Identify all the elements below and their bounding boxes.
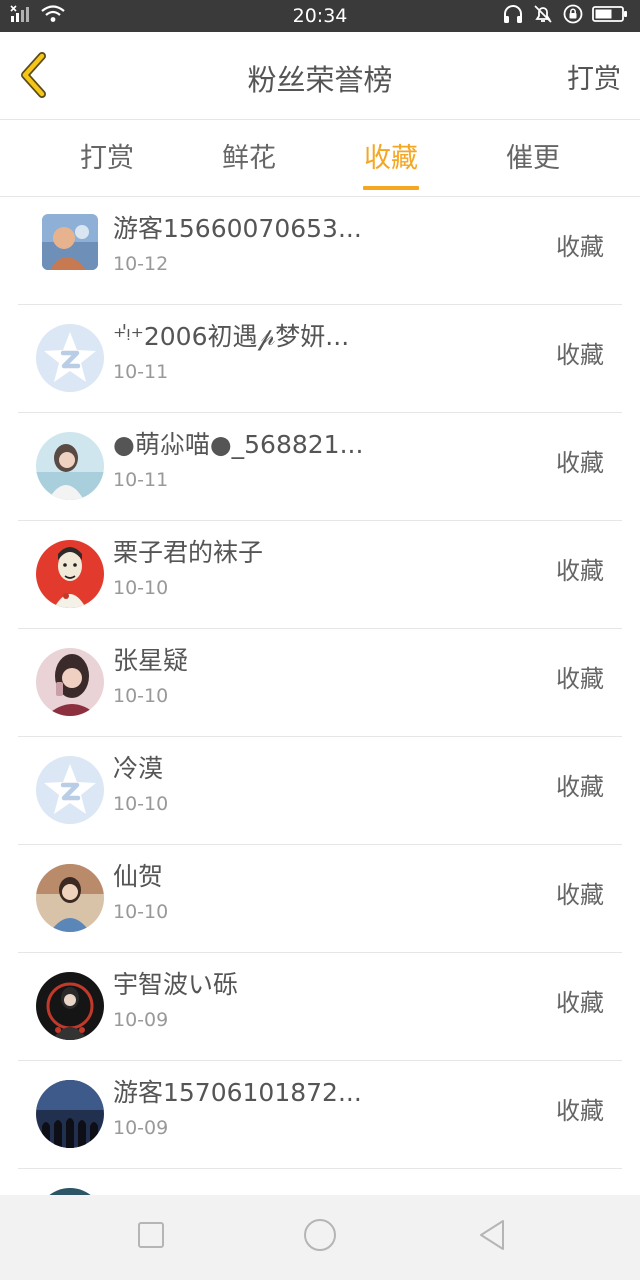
page-title: 粉丝荣誉榜	[247, 63, 393, 97]
fan-date: 10-10	[113, 901, 169, 923]
home-button[interactable]	[300, 1217, 340, 1257]
fan-name: 张星疑	[113, 646, 189, 675]
fan-name: 栗子君的袜子	[113, 538, 264, 567]
mute-bell-icon	[532, 4, 554, 28]
fan-name: 游客15660070653...	[113, 214, 362, 243]
avatar	[36, 1080, 104, 1148]
headphones-icon	[502, 4, 524, 28]
list-item[interactable]: 游客15706101872... 10-09 收藏	[0, 1061, 640, 1169]
list-item[interactable]: 仙贺 10-10 收藏	[0, 845, 640, 953]
fan-name: 仙贺	[113, 862, 164, 891]
active-tab-indicator	[363, 186, 419, 190]
system-nav-bar	[0, 1195, 640, 1280]
fan-name: 冷漠	[113, 754, 164, 783]
favorite-label: 收藏	[556, 557, 604, 585]
status-bar: 20:34	[0, 0, 640, 32]
avatar	[42, 214, 98, 270]
app-header: 粉丝荣誉榜 打赏	[0, 32, 640, 120]
list-item[interactable]: 游客15660070653... 10-12 收藏	[0, 197, 640, 305]
avatar	[36, 432, 104, 500]
tab-urge-update[interactable]: 催更	[478, 121, 588, 197]
tab-bar: 打赏 鲜花 收藏 催更	[0, 121, 640, 197]
list-item[interactable]: 栗子君的袜子 10-10 收藏	[0, 521, 640, 629]
fan-date: 10-11	[113, 469, 169, 491]
tab-flowers[interactable]: 鲜花	[194, 121, 304, 197]
fan-date: 10-10	[113, 793, 169, 815]
avatar	[36, 756, 104, 824]
circle-icon	[303, 1218, 337, 1256]
fan-date: 10-10	[113, 577, 169, 599]
tab-reward[interactable]: 打赏	[52, 121, 162, 197]
status-right-icons	[502, 3, 628, 29]
fan-date: 10-11	[113, 361, 169, 383]
fan-name: 游客15706101872...	[113, 1078, 362, 1107]
list-item[interactable]: 宇智波い砾 10-09 收藏	[0, 953, 640, 1061]
rotation-lock-icon	[562, 3, 584, 29]
fan-name: ●萌尛喵●_568821...	[113, 430, 364, 459]
favorite-label: 收藏	[556, 341, 604, 369]
favorite-label: 收藏	[556, 881, 604, 909]
fan-date: 10-10	[113, 685, 169, 707]
favorite-label: 收藏	[556, 773, 604, 801]
fan-name: ⁺ᵎ̍⁺2006初遇𝓅梦妍...	[113, 322, 350, 351]
square-icon	[137, 1221, 165, 1253]
fan-name: 宇智波い砾	[113, 970, 239, 999]
avatar	[36, 540, 104, 608]
avatar	[36, 972, 104, 1040]
avatar	[36, 648, 104, 716]
favorite-label: 收藏	[556, 233, 604, 261]
recents-button[interactable]	[131, 1217, 171, 1257]
list-item[interactable]: 冷漠 10-10 收藏	[0, 737, 640, 845]
favorite-label: 收藏	[556, 665, 604, 693]
avatar	[36, 864, 104, 932]
fan-date: 10-12	[113, 253, 169, 275]
avatar	[36, 324, 104, 392]
list-item[interactable]: 张星疑 10-10 收藏	[0, 629, 640, 737]
list-item[interactable]: ⁺ᵎ̍⁺2006初遇𝓅梦妍... 10-11 收藏	[0, 305, 640, 413]
fan-date: 10-09	[113, 1117, 169, 1139]
battery-icon	[592, 4, 628, 28]
favorite-label: 收藏	[556, 989, 604, 1017]
favorite-label: 收藏	[556, 449, 604, 477]
fan-date: 10-09	[113, 1009, 169, 1031]
back-nav-button[interactable]	[472, 1217, 512, 1257]
favorite-label: 收藏	[556, 1097, 604, 1125]
triangle-back-icon	[478, 1219, 506, 1255]
list-item[interactable]: ●萌尛喵●_568821... 10-11 收藏	[0, 413, 640, 521]
reward-button[interactable]: 打赏	[567, 63, 621, 97]
